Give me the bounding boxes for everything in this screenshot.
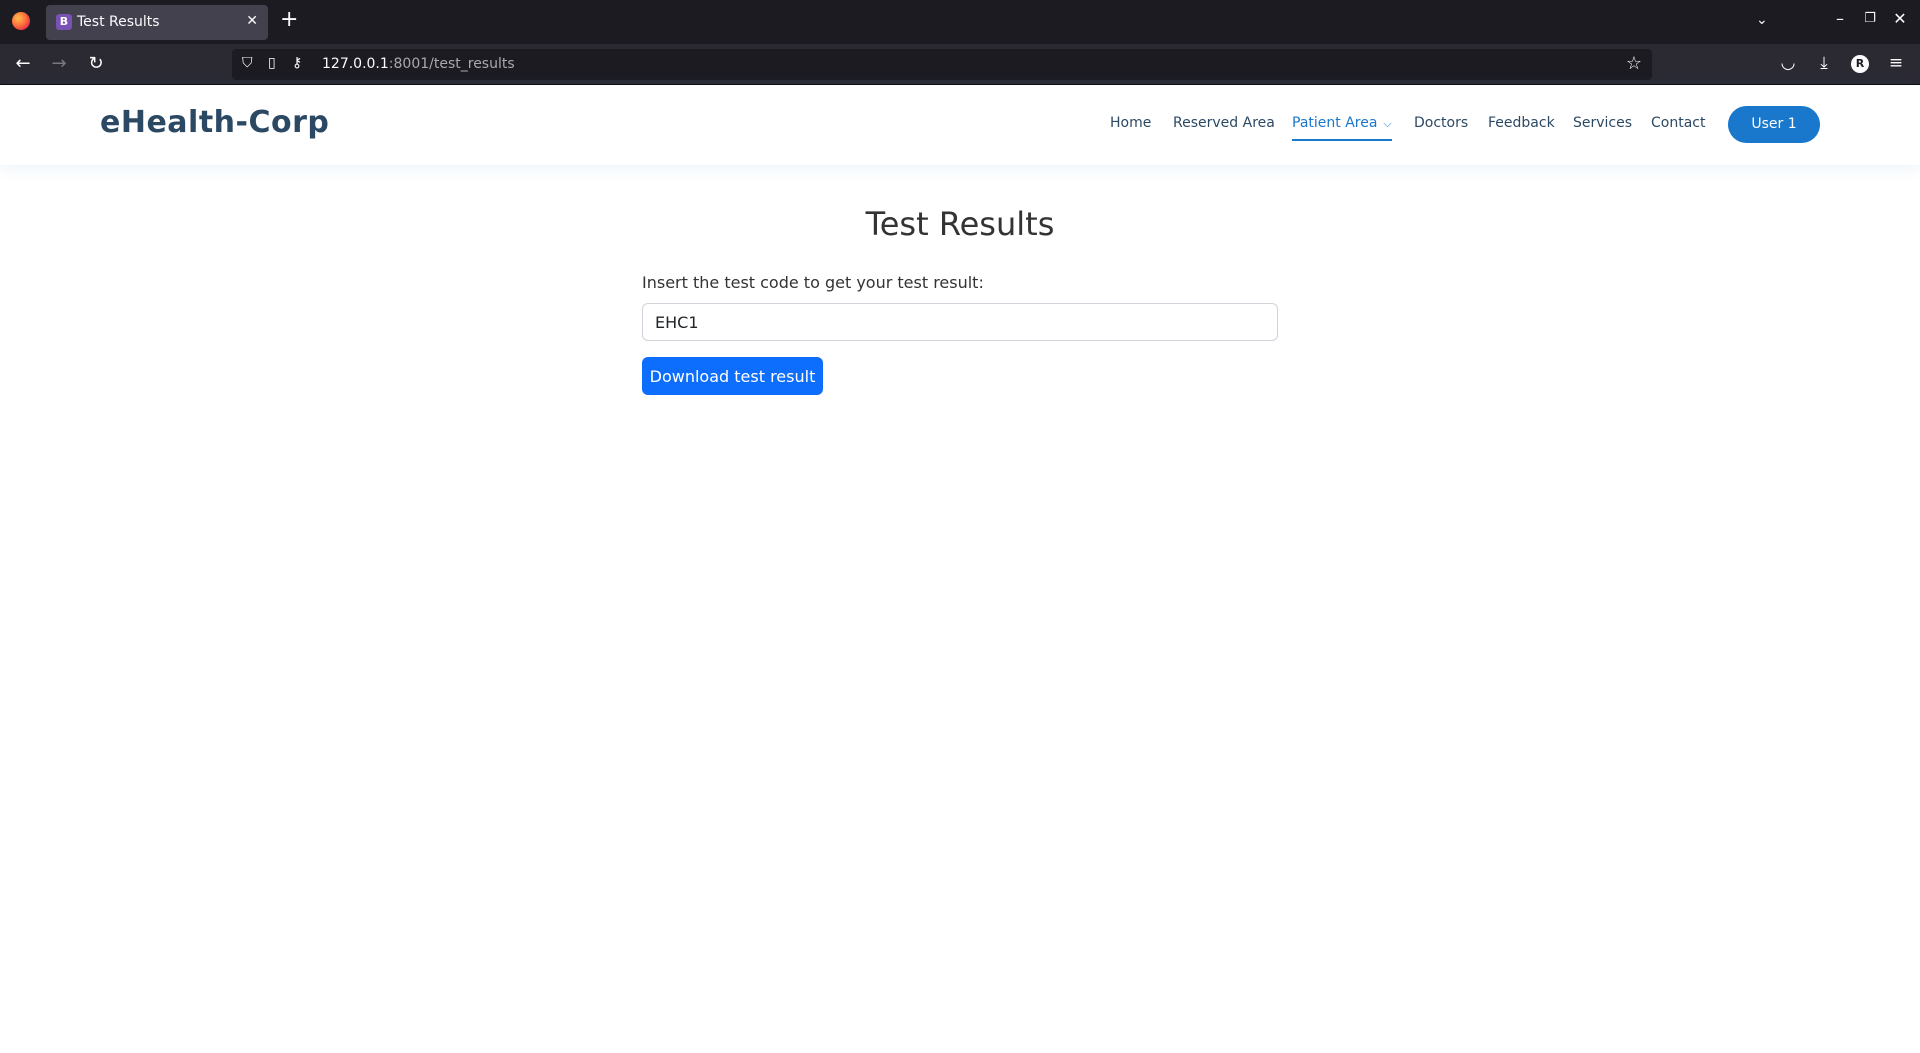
url-path: :8001/test_results <box>388 56 515 72</box>
url-text[interactable]: 127.0.0.1:8001/test_results <box>322 56 515 72</box>
nav-patient-area-label: Patient Area <box>1292 115 1378 131</box>
browser-tab-bar: B Test Results ✕ + ⌄ – ❐ ✕ <box>0 0 1920 44</box>
url-bar[interactable]: ⛉ ▯ ⚷ 127.0.0.1:8001/test_results ☆ <box>232 49 1652 80</box>
chevron-down-icon: ⌵ <box>1383 117 1392 130</box>
browser-tab[interactable]: B Test Results ✕ <box>46 5 268 40</box>
download-icon[interactable]: ⤓ <box>1812 53 1836 73</box>
test-code-input[interactable] <box>642 303 1278 341</box>
nav-feedback[interactable]: Feedback <box>1488 115 1555 131</box>
nav-services[interactable]: Services <box>1573 115 1632 131</box>
tab-list-chevron-icon[interactable]: ⌄ <box>1756 12 1768 28</box>
pocket-icon[interactable]: ◡ <box>1776 53 1800 73</box>
tab-favicon-icon: B <box>56 14 72 30</box>
close-tab-icon[interactable]: ✕ <box>246 13 258 29</box>
url-host: 127.0.0.1 <box>322 56 389 72</box>
nav-doctors[interactable]: Doctors <box>1414 115 1468 131</box>
page-icon[interactable]: ▯ <box>268 55 276 71</box>
page-title: Test Results <box>865 205 1055 243</box>
site-header: eHealth-Corp Home Reserved Area Patient … <box>0 85 1920 165</box>
new-tab-icon[interactable]: + <box>280 9 298 31</box>
tab-title: Test Results <box>77 14 160 30</box>
nav-patient-area[interactable]: Patient Area ⌵ <box>1292 115 1392 141</box>
window-close-icon[interactable]: ✕ <box>1890 9 1910 28</box>
nav-home[interactable]: Home <box>1110 115 1151 131</box>
minimize-icon[interactable]: – <box>1830 9 1850 28</box>
hamburger-menu-icon[interactable]: ≡ <box>1884 53 1908 73</box>
forward-arrow-icon[interactable]: → <box>47 53 71 74</box>
bookmark-star-icon[interactable]: ☆ <box>1626 53 1642 74</box>
account-avatar[interactable]: R <box>1851 55 1869 73</box>
firefox-logo-icon <box>12 12 30 30</box>
back-arrow-icon[interactable]: ← <box>11 53 35 74</box>
user-button[interactable]: User 1 <box>1728 106 1820 143</box>
reload-icon[interactable]: ↻ <box>84 53 108 74</box>
active-underline <box>1292 139 1392 141</box>
main-nav: Home Reserved Area Patient Area ⌵ Doctors… <box>0 115 1920 145</box>
download-test-result-button[interactable]: Download test result <box>642 357 823 395</box>
test-code-label: Insert the test code to get your test re… <box>642 273 984 292</box>
shield-icon[interactable]: ⛉ <box>242 55 253 71</box>
restore-icon[interactable]: ❐ <box>1860 11 1880 26</box>
browser-nav-bar: ← → ↻ ⛉ ▯ ⚷ 127.0.0.1:8001/test_results … <box>0 44 1920 85</box>
key-icon[interactable]: ⚷ <box>292 55 302 71</box>
nav-reserved-area[interactable]: Reserved Area <box>1173 115 1275 131</box>
nav-contact[interactable]: Contact <box>1651 115 1705 131</box>
